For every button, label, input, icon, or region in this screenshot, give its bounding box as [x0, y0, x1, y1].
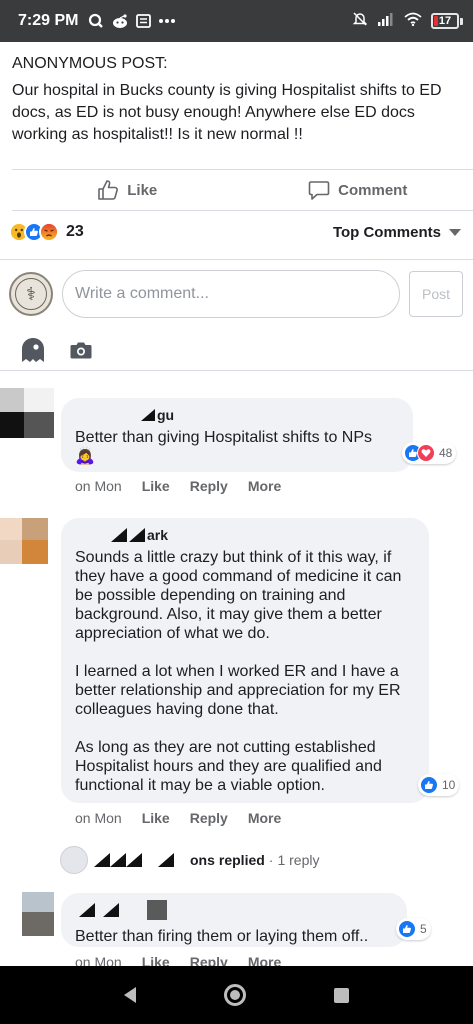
post-label: ANONYMOUS POST: — [12, 55, 168, 72]
comment-label: Comment — [338, 181, 408, 199]
post-body: Our hospital in Bucks county is giving H… — [12, 82, 442, 143]
angry-reaction-icon — [39, 222, 59, 242]
love-reaction-icon — [417, 444, 435, 462]
like-reaction-icon — [420, 776, 438, 794]
signal-icon — [377, 12, 395, 31]
message-icon — [136, 14, 152, 28]
divider — [0, 259, 473, 260]
comment-like-button[interactable]: Like — [142, 478, 170, 494]
comment-reactions[interactable]: 5 — [396, 918, 431, 940]
comment-text: Better than firing them or laying them o… — [75, 928, 369, 945]
sort-label: Top Comments — [332, 223, 441, 241]
commenter-name[interactable]: ark — [75, 526, 415, 544]
reaction-count[interactable]: 23 — [66, 223, 84, 241]
system-navigation-bar — [0, 966, 473, 1024]
battery-level: 17 — [438, 15, 452, 27]
post: ANONYMOUS POST: Our hospital in Bucks co… — [0, 42, 473, 146]
commenter-avatar[interactable] — [0, 388, 54, 438]
like-label: Like — [127, 181, 158, 199]
redaction-mark — [110, 853, 126, 867]
camera-icon[interactable] — [70, 341, 92, 364]
status-bar: 7:29 PM 17 — [0, 0, 473, 42]
comment-bubble-icon — [308, 179, 330, 201]
comment-bubble[interactable]: gu Better than giving Hospitalist shifts… — [61, 398, 413, 472]
reaction-count: 10 — [442, 778, 456, 792]
reddit-icon — [111, 13, 129, 29]
more-dots-icon — [158, 18, 176, 24]
redaction-mark — [147, 900, 167, 920]
comment-emoji: 🙇‍♀️ — [75, 448, 95, 465]
commenter-name-suffix: ark — [147, 527, 169, 543]
redaction-mark — [126, 853, 142, 867]
commenter-name[interactable]: gu — [75, 406, 399, 424]
comment-reply-button[interactable]: Reply — [190, 810, 228, 826]
redaction-mark — [103, 903, 119, 917]
back-icon[interactable] — [124, 987, 136, 1003]
divider — [0, 370, 473, 371]
status-time: 7:29 PM — [18, 12, 79, 29]
reactions-summary: 23 Top Comments — [0, 218, 473, 246]
comment-reactions[interactable]: 48 — [402, 442, 457, 464]
redaction-mark — [111, 528, 127, 542]
redaction-mark — [129, 528, 145, 542]
comment-meta: on Mon Like Reply More — [75, 810, 281, 826]
commenter-avatar[interactable] — [22, 892, 54, 936]
comment-bubble[interactable]: ark Sounds a little crazy but think of i… — [61, 518, 429, 803]
commenter-name[interactable] — [75, 900, 393, 920]
comment-like-button[interactable]: Like — [142, 810, 170, 826]
like-button[interactable]: Like — [12, 170, 243, 210]
recent-apps-icon[interactable] — [334, 987, 349, 1003]
q-app-icon — [88, 13, 104, 29]
comment-bubble[interactable]: Better than firing them or laying them o… — [61, 893, 407, 947]
comment-text: Better than giving Hospitalist shifts to… — [75, 429, 373, 446]
reaction-count: 48 — [439, 446, 453, 460]
battery-icon: 17 — [431, 13, 463, 29]
reaction-icons[interactable] — [9, 222, 59, 242]
home-icon[interactable] — [224, 984, 246, 1006]
redaction-mark — [94, 853, 110, 867]
comment-text: Sounds a little crazy but think of it th… — [75, 549, 402, 794]
commenter-name-suffix: gu — [157, 407, 175, 423]
top-comments-sort[interactable]: Top Comments — [333, 224, 461, 241]
commenter-avatar[interactable] — [0, 518, 48, 564]
like-reaction-icon — [398, 920, 416, 938]
comment-button[interactable]: Comment — [243, 170, 473, 210]
redaction-mark — [141, 409, 155, 421]
composer-tools — [20, 336, 92, 369]
reply-separator: · — [268, 852, 274, 868]
post-action-bar: Like Comment — [12, 169, 473, 211]
sticker-icon[interactable] — [20, 336, 46, 369]
caret-down-icon — [449, 228, 461, 236]
reply-count: 1 reply — [277, 852, 320, 868]
thumbs-up-icon — [97, 179, 119, 201]
comment-time[interactable]: on Mon — [75, 810, 122, 826]
replied-label: replied — [218, 852, 265, 868]
comment-reply-button[interactable]: Reply — [190, 478, 228, 494]
mute-icon — [352, 11, 368, 32]
user-avatar[interactable]: ⚕ — [9, 272, 53, 316]
comment-time[interactable]: on Mon — [75, 478, 122, 494]
comment-more-button[interactable]: More — [248, 810, 281, 826]
comment-composer: ⚕ Post — [0, 266, 473, 322]
redaction-mark — [158, 853, 174, 867]
replier-name-suffix: ons — [190, 852, 215, 868]
comment-more-button[interactable]: More — [248, 478, 281, 494]
caduceus-icon: ⚕ — [15, 278, 47, 310]
redaction-mark — [79, 903, 95, 917]
replier-avatar — [60, 846, 88, 874]
comment-reactions[interactable]: 10 — [418, 774, 460, 796]
comment-meta: on Mon Like Reply More — [75, 478, 281, 494]
view-replies-link[interactable]: ons replied · 1 reply — [60, 846, 320, 874]
comment-input[interactable] — [62, 270, 400, 318]
post-button[interactable]: Post — [409, 271, 463, 317]
reaction-count: 5 — [420, 922, 427, 936]
wifi-icon — [404, 12, 422, 31]
